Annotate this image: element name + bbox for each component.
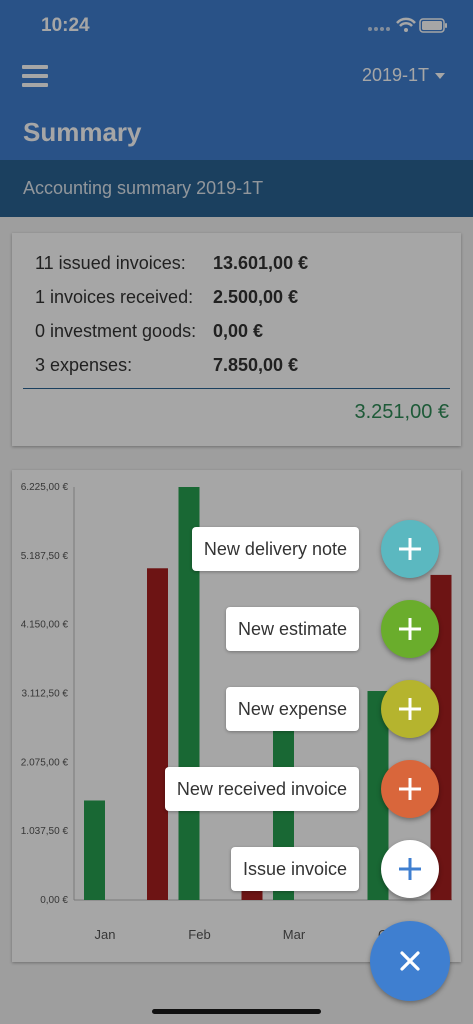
fab-action-button[interactable]: [381, 760, 439, 818]
fab-action-button[interactable]: [381, 600, 439, 658]
plus-icon: [399, 698, 421, 720]
fab-action-button[interactable]: [381, 520, 439, 578]
plus-icon: [399, 538, 421, 560]
fab-close-button[interactable]: [370, 921, 450, 1001]
close-icon: [400, 951, 420, 971]
plus-icon: [399, 618, 421, 640]
fab-menu-label[interactable]: Issue invoice: [230, 847, 359, 891]
fab-menu-label[interactable]: New received invoice: [164, 767, 359, 811]
plus-icon: [399, 858, 421, 880]
fab-action-button[interactable]: [381, 840, 439, 898]
fab-menu-label[interactable]: New delivery note: [191, 527, 359, 571]
fab-menu-label[interactable]: New expense: [225, 687, 359, 731]
fab-action-button[interactable]: [381, 680, 439, 738]
fab-menu-label[interactable]: New estimate: [225, 607, 359, 651]
home-indicator: [152, 1009, 321, 1014]
plus-icon: [399, 778, 421, 800]
